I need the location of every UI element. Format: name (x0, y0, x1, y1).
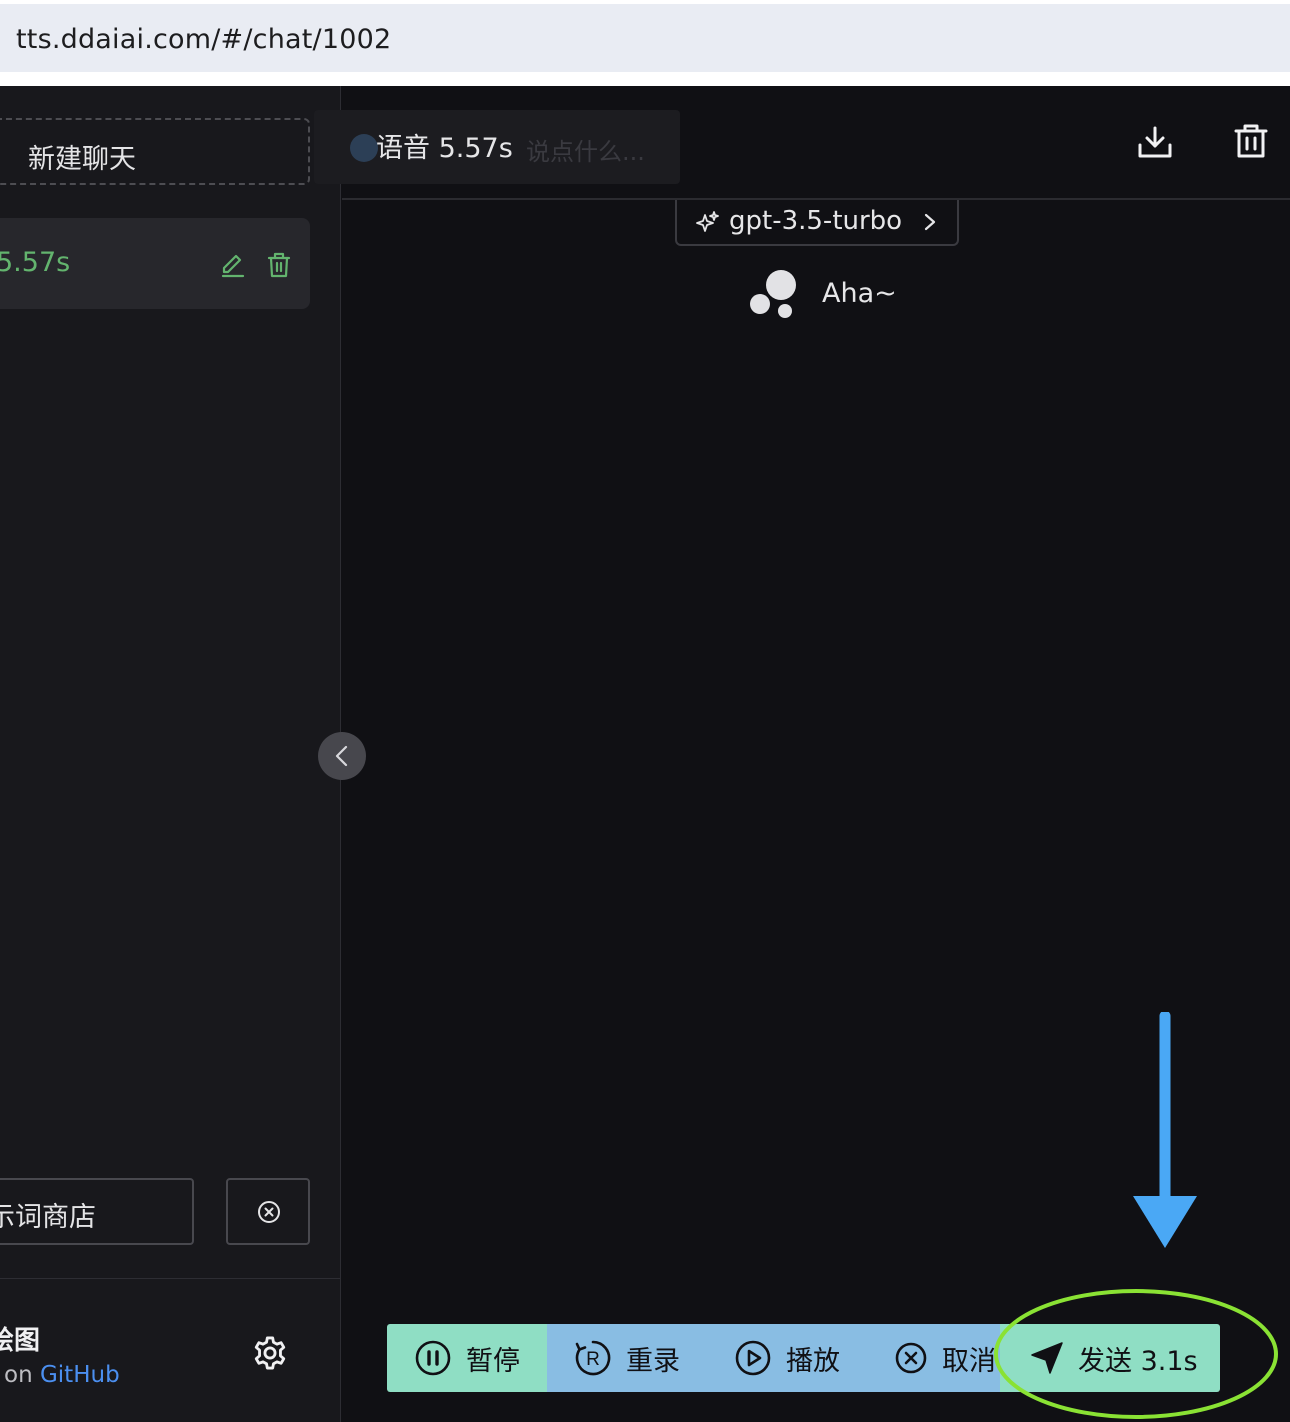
play-label: 播放 (786, 1345, 840, 1377)
pause-button[interactable]: 暂停 (387, 1324, 547, 1392)
voice-tab-label: 语音 5.57s (376, 133, 513, 164)
url-text: tts.ddaiai.com/#/chat/1002 (16, 24, 392, 55)
download-icon[interactable] (1137, 125, 1173, 163)
prompt-store-button[interactable]: 示词商店 (0, 1178, 194, 1245)
annotation-highlight-ellipse (994, 1289, 1278, 1419)
chat-header: 说点什么... 语音 5.57s (314, 86, 1290, 200)
trash-icon[interactable] (1234, 123, 1268, 163)
trash-icon[interactable] (266, 251, 292, 283)
pause-label: 暂停 (466, 1345, 520, 1377)
input-placeholder: 说点什么... (526, 138, 645, 166)
rerecord-button[interactable]: R 重录 (547, 1324, 707, 1392)
sparkle-icon (695, 210, 721, 240)
footer-title: 绘图 (0, 1326, 41, 1356)
model-name: gpt-3.5-turbo (729, 206, 903, 236)
browser-url-bar[interactable]: tts.ddaiai.com/#/chat/1002 (0, 4, 1290, 72)
history-item-title: 5.57s (0, 247, 71, 278)
cancel-label: 取消 (942, 1345, 996, 1377)
settings-gear-icon[interactable] (251, 1334, 289, 1376)
model-selector[interactable]: gpt-3.5-turbo (675, 200, 959, 246)
rerecord-icon: R (575, 1340, 611, 1376)
collapse-sidebar-button[interactable] (318, 732, 366, 780)
history-item[interactable]: 5.57s (0, 218, 310, 309)
footer-prefix: on (4, 1362, 33, 1388)
svg-text:R: R (586, 1349, 600, 1370)
chevron-left-icon (335, 745, 348, 767)
play-circle-icon (735, 1340, 771, 1376)
greeting-text: Aha~ (822, 278, 897, 309)
cancel-button[interactable]: 取消 (867, 1324, 1000, 1392)
chevron-right-icon (923, 212, 937, 236)
rerecord-label: 重录 (626, 1345, 680, 1377)
info-dot-icon (350, 134, 378, 162)
clear-history-button[interactable] (226, 1178, 310, 1245)
play-button[interactable]: 播放 (707, 1324, 867, 1392)
close-circle-icon (895, 1342, 927, 1374)
new-chat-label: 新建聊天 (28, 144, 136, 175)
sidebar-divider (0, 1278, 341, 1279)
annotation-arrow-icon (1133, 1012, 1197, 1248)
app-window: 新建聊天 5.57s 示词商店 (0, 86, 1290, 1422)
pause-circle-icon (415, 1340, 451, 1376)
github-link[interactable]: GitHub (40, 1362, 120, 1388)
footer-link: on GitHub (4, 1362, 120, 1388)
new-chat-button[interactable]: 新建聊天 (0, 118, 310, 185)
sidebar: 新建聊天 5.57s 示词商店 (0, 86, 341, 1422)
close-circle-icon (258, 1201, 280, 1223)
voice-recording-tab[interactable]: 说点什么... 语音 5.57s (314, 110, 680, 184)
prompt-store-label: 示词商店 (0, 1202, 96, 1233)
edit-icon[interactable] (220, 252, 246, 282)
